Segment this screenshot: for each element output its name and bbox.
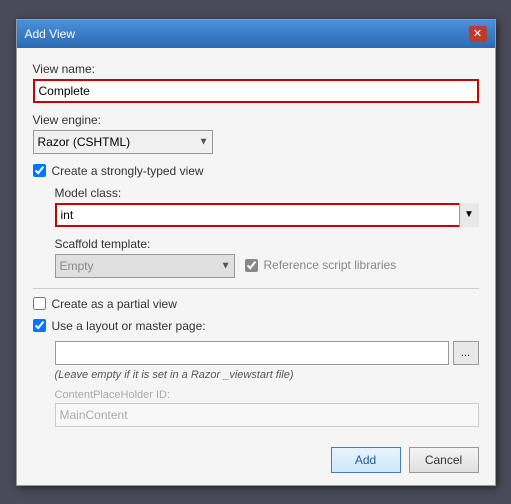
button-row: Add Cancel (17, 439, 495, 485)
scaffold-select-wrapper: Empty Create Delete Details Edit List ▼ (55, 254, 235, 278)
view-engine-select-wrapper: Razor (CSHTML) ASPX ▼ (33, 130, 213, 154)
view-engine-select[interactable]: Razor (CSHTML) ASPX (33, 130, 213, 154)
model-class-label: Model class: (55, 186, 479, 200)
close-button[interactable]: ✕ (469, 26, 487, 42)
view-engine-label: View engine: (33, 113, 479, 127)
model-class-input-wrapper: ▼ (55, 203, 479, 227)
reference-scripts-group: Reference script libraries (245, 258, 397, 272)
layout-section: ... (Leave empty if it is set in a Razor… (55, 341, 479, 427)
partial-view-label[interactable]: Create as a partial view (52, 297, 177, 311)
add-view-dialog: Add View ✕ View name: View engine: Razor… (16, 19, 496, 486)
model-class-dropdown-button[interactable]: ▼ (459, 203, 479, 227)
cancel-button[interactable]: Cancel (409, 447, 479, 473)
strongly-typed-label[interactable]: Create a strongly-typed view (52, 164, 204, 178)
partial-view-row: Create as a partial view (33, 297, 479, 311)
model-class-input[interactable] (55, 203, 479, 227)
title-bar: Add View ✕ (17, 20, 495, 48)
dialog-title: Add View (25, 27, 75, 41)
use-layout-checkbox[interactable] (33, 319, 46, 332)
strongly-typed-checkbox[interactable] (33, 164, 46, 177)
view-name-input[interactable] (33, 79, 479, 103)
typed-view-section: Model class: ▼ Scaffold template: Empty … (55, 186, 479, 278)
view-name-group: View name: (33, 62, 479, 103)
partial-view-checkbox[interactable] (33, 297, 46, 310)
layout-path-input[interactable] (55, 341, 449, 365)
content-placeholder-label: ContentPlaceHolder ID: (55, 389, 479, 401)
view-name-label: View name: (33, 62, 479, 76)
use-layout-label[interactable]: Use a layout or master page: (52, 319, 206, 333)
divider-1 (33, 288, 479, 289)
view-engine-group: View engine: Razor (CSHTML) ASPX ▼ (33, 113, 479, 154)
model-class-group: Model class: ▼ (55, 186, 479, 227)
strongly-typed-row: Create a strongly-typed view (33, 164, 479, 178)
layout-input-row: ... (55, 341, 479, 365)
dialog-body: View name: View engine: Razor (CSHTML) A… (17, 48, 495, 439)
add-button[interactable]: Add (331, 447, 401, 473)
browse-button[interactable]: ... (453, 341, 479, 365)
use-layout-row: Use a layout or master page: (33, 319, 479, 333)
reference-scripts-label[interactable]: Reference script libraries (264, 258, 397, 272)
reference-scripts-checkbox[interactable] (245, 259, 258, 272)
layout-hint-text: (Leave empty if it is set in a Razor _vi… (55, 369, 479, 381)
scaffold-template-group: Scaffold template: Empty Create Delete D… (55, 237, 479, 278)
content-placeholder-input[interactable] (55, 403, 479, 427)
scaffold-template-select[interactable]: Empty Create Delete Details Edit List (55, 254, 235, 278)
scaffold-template-label: Scaffold template: (55, 237, 235, 251)
